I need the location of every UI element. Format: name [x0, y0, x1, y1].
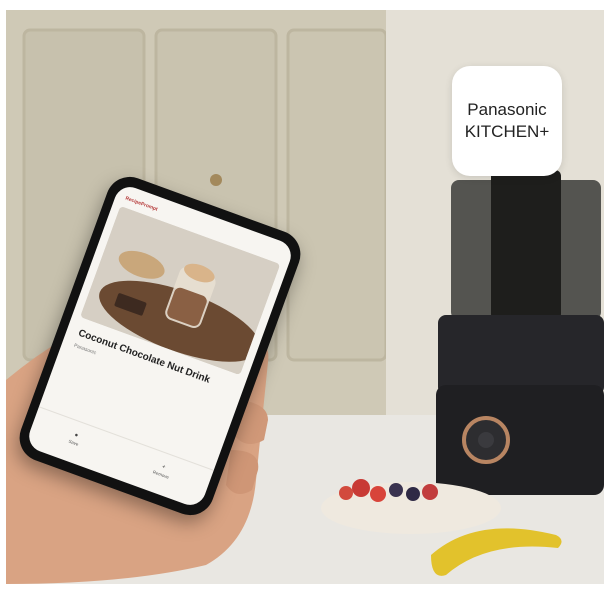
save-button[interactable]: ● Save — [68, 431, 82, 447]
badge-brand: Panasonic — [467, 100, 547, 119]
plus-icon: + — [161, 463, 167, 471]
photo-scene: Panasonic KITCHEN+ RecipePrompt Coconut … — [6, 10, 604, 584]
kitchen-plus-badge: Panasonic KITCHEN+ — [452, 66, 562, 176]
remove-label: Remove — [152, 468, 170, 480]
remove-button[interactable]: + Remove — [152, 461, 172, 480]
badge-product: KITCHEN+ — [464, 122, 550, 141]
bookmark-icon: ● — [73, 431, 80, 439]
recipe-source: Panasonic — [72, 342, 97, 357]
save-label: Save — [68, 438, 80, 447]
